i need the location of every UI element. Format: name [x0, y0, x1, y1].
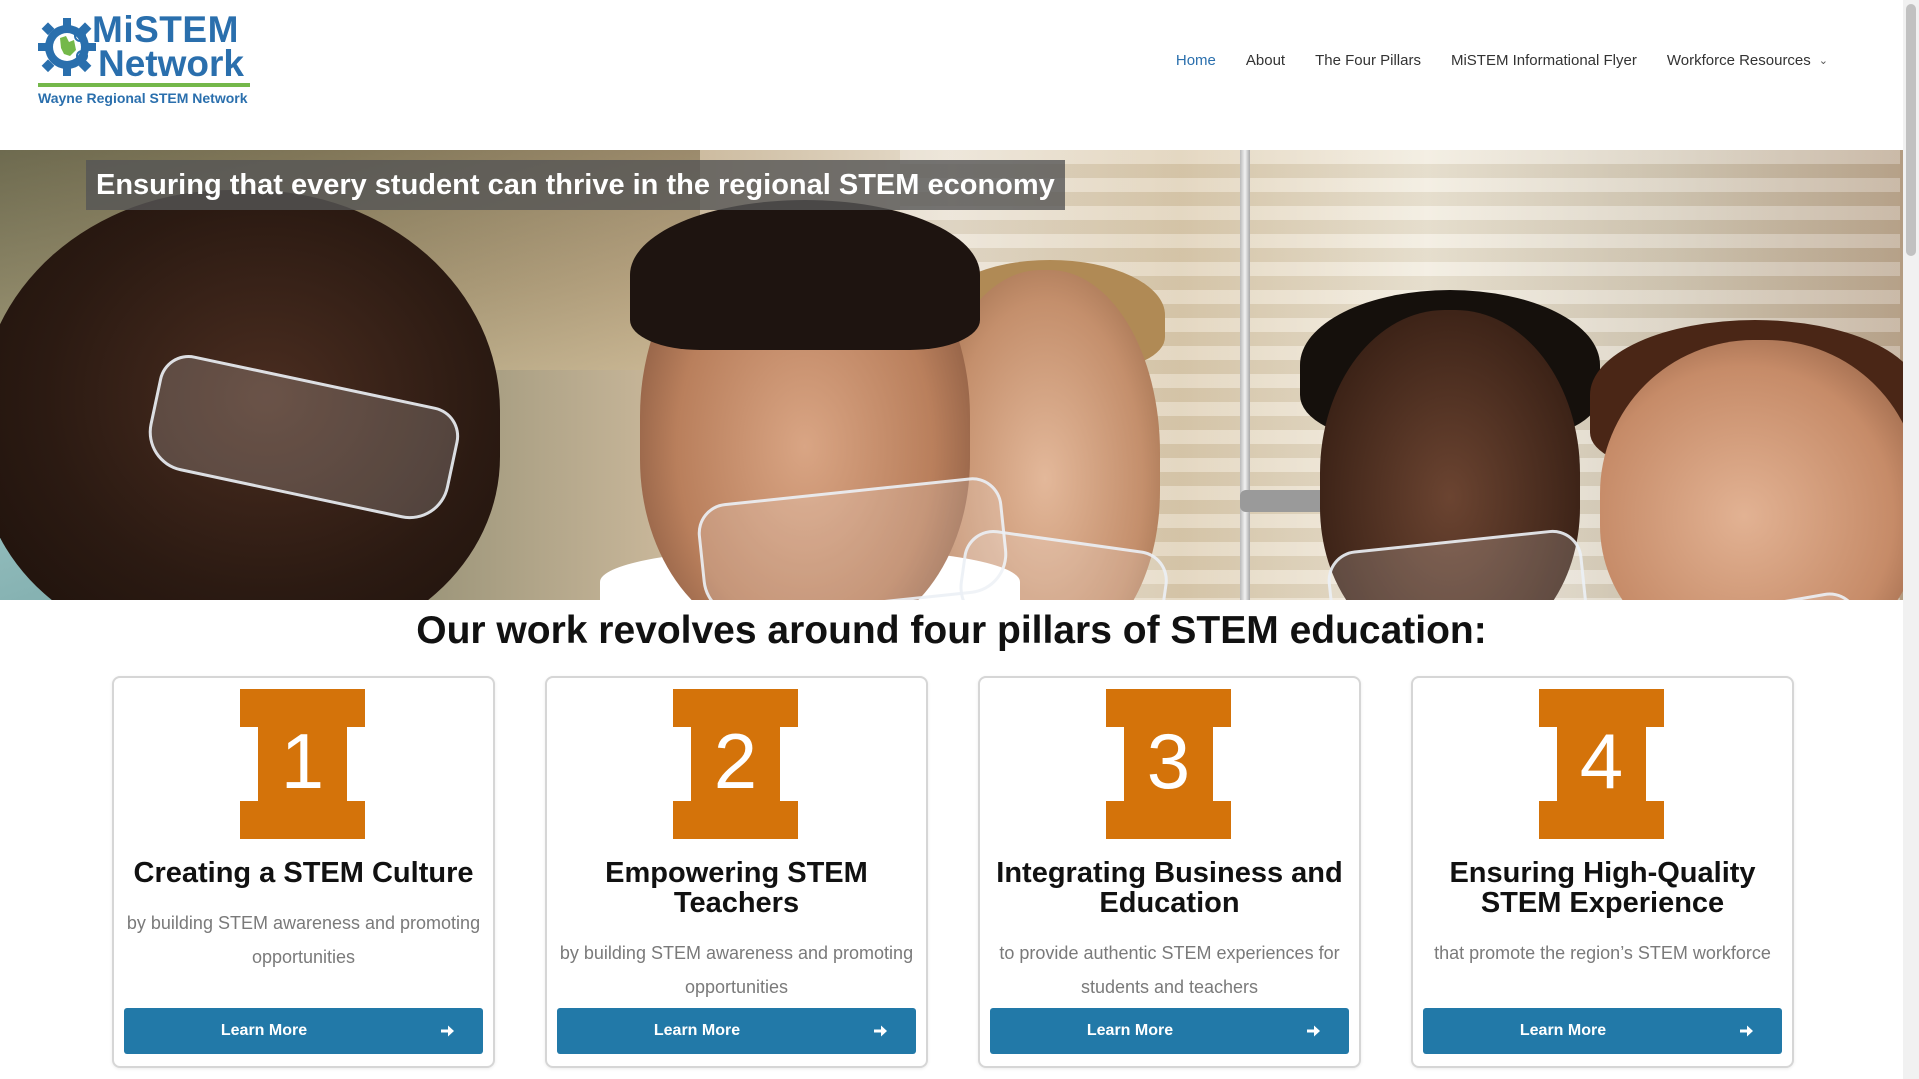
pillar-1-icon: 1	[240, 689, 365, 839]
hero-image	[0, 150, 1903, 600]
arrow-right-icon	[441, 1025, 454, 1037]
chevron-down-icon: ⌄	[1818, 55, 1828, 67]
arrow-right-icon	[1740, 1025, 1753, 1037]
pillar-card-3: 3 Integrating Business and Education to p…	[978, 676, 1361, 1068]
pillar-title: Empowering STEM Teachers	[605, 857, 868, 919]
pillar-title: Integrating Business and Education	[996, 857, 1343, 919]
hero-caption: Ensuring that every student can thrive i…	[86, 160, 1065, 210]
learn-more-label: Learn More	[1519, 1022, 1607, 1039]
site-header: MiSTEM Network Wayne Regional STEM Netwo…	[0, 0, 1903, 150]
gear-michigan-icon	[38, 18, 96, 76]
nav-informational-flyer[interactable]: MiSTEM Informational Flyer	[1436, 50, 1652, 73]
pillar-title: Ensuring High-Quality STEM Experience	[1449, 857, 1756, 919]
learn-more-label: Learn More	[1086, 1022, 1174, 1039]
scrollbar-thumb[interactable]	[1906, 4, 1916, 256]
logo-underline	[38, 83, 250, 87]
learn-more-button-2[interactable]: Learn More	[557, 1008, 916, 1054]
pillar-2-icon: 2	[673, 689, 798, 839]
pillar-number: 3	[1146, 717, 1191, 805]
pillar-3-icon: 3	[1106, 689, 1231, 839]
site-logo[interactable]: MiSTEM Network Wayne Regional STEM Netwo…	[36, 10, 251, 106]
section-title: Our work revolves around four pillars of…	[416, 609, 1487, 652]
nav-workforce-resources[interactable]: Workforce Resources ⌄	[1652, 50, 1843, 73]
pillar-number: 4	[1579, 717, 1624, 805]
nav-workforce-resources-label: Workforce Resources	[1666, 52, 1811, 69]
pillar-card-1: 1 Creating a STEM Culture by building ST…	[112, 676, 495, 1068]
learn-more-button-1[interactable]: Learn More	[124, 1008, 483, 1054]
pillar-title: Creating a STEM Culture	[133, 857, 474, 889]
page-scrollbar[interactable]	[1903, 0, 1919, 1079]
pillar-description: that promote the region’s STEM workforce	[1434, 943, 1771, 963]
learn-more-button-4[interactable]: Learn More	[1423, 1008, 1782, 1054]
arrow-right-icon	[874, 1025, 887, 1037]
pillar-number: 2	[713, 717, 758, 805]
nav-home[interactable]: Home	[1161, 50, 1231, 73]
main-navigation: Home About The Four Pillars MiSTEM Infor…	[1161, 50, 1843, 73]
nav-four-pillars[interactable]: The Four Pillars	[1300, 50, 1436, 73]
learn-more-label: Learn More	[653, 1022, 741, 1039]
pillar-description: by building STEM awareness and promoting…	[126, 913, 481, 967]
pillar-description: to provide authentic STEM experiences fo…	[999, 943, 1340, 997]
arrow-right-icon	[1307, 1025, 1320, 1037]
logo-tagline: Wayne Regional STEM Network	[38, 90, 248, 106]
pillar-card-2: 2 Empowering STEM Teachers by building ST…	[545, 676, 928, 1068]
pillar-card-4: 4 Ensuring High-Quality STEM Experience t…	[1411, 676, 1794, 1068]
pillar-4-icon: 4	[1539, 689, 1664, 839]
pillar-description: by building STEM awareness and promoting…	[559, 943, 914, 997]
learn-more-button-3[interactable]: Learn More	[990, 1008, 1349, 1054]
nav-about[interactable]: About	[1231, 50, 1300, 73]
pillar-number: 1	[280, 717, 325, 805]
learn-more-label: Learn More	[220, 1022, 308, 1039]
logo-wordmark-network: Network	[98, 43, 244, 84]
